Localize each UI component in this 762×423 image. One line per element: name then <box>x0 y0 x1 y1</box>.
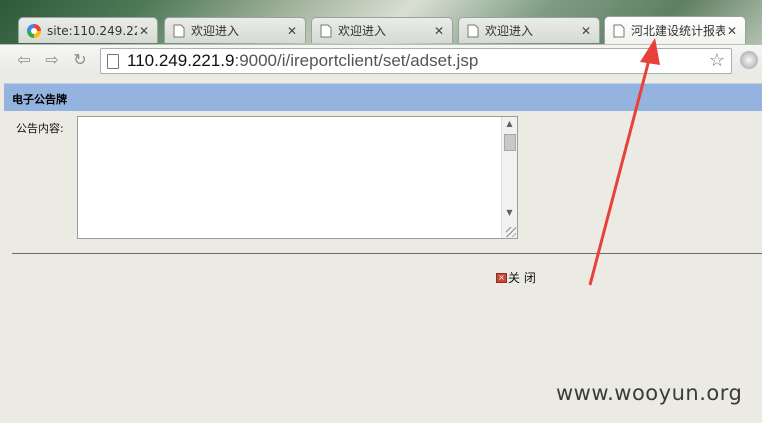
tab-3[interactable]: 欢迎进入 ✕ <box>311 17 453 43</box>
reload-icon[interactable]: ↻ <box>70 50 90 70</box>
page-title: 电子公告牌 <box>4 83 762 111</box>
tab-title: 欢迎进入 <box>191 24 240 38</box>
page-content: 电子公告牌 公告内容: ▲ ▼ × 关 闭 www.wooyun.org <box>0 77 762 423</box>
tab-title: 欢迎进入 <box>485 24 534 38</box>
browser-chrome: site:110.249.221 ✕ 欢迎进入 ✕ 欢迎进入 ✕ 欢迎进入 ✕ … <box>0 0 762 76</box>
tab-title: site:110.249.221 <box>47 23 137 38</box>
scroll-up-icon[interactable]: ▲ <box>502 117 517 131</box>
tab-close-icon[interactable]: ✕ <box>285 24 299 38</box>
scroll-down-icon[interactable]: ▼ <box>502 206 517 220</box>
google-icon <box>27 23 41 38</box>
address-bar[interactable]: 110.249.221.9:9000/i/ireportclient/set/a… <box>100 48 732 74</box>
url-path: :9000/i/ireportclient/set/adset.jsp <box>234 51 479 70</box>
watermark: www.wooyun.org <box>556 381 743 405</box>
announcement-content-field[interactable]: ▲ ▼ <box>77 116 518 239</box>
tab-close-icon[interactable]: ✕ <box>432 24 446 38</box>
page-icon <box>467 24 479 37</box>
browser-toolbar: ⇦ ⇨ ↻ 110.249.221.9:9000/i/ireportclient… <box>0 44 762 76</box>
scroll-thumb[interactable] <box>504 134 516 151</box>
tab-title: 欢迎进入 <box>338 24 387 38</box>
tab-4[interactable]: 欢迎进入 ✕ <box>458 17 600 43</box>
tab-close-icon[interactable]: ✕ <box>137 24 151 38</box>
tab-1[interactable]: site:110.249.221 ✕ <box>18 17 158 43</box>
page-icon <box>107 53 119 69</box>
url-host: 110.249.221.9 <box>127 51 235 70</box>
content-label: 公告内容: <box>16 122 64 135</box>
forward-icon[interactable]: ⇨ <box>42 50 62 70</box>
tab-5-active[interactable]: 河北建设统计报表 ✕ <box>604 16 746 44</box>
close-button[interactable]: × 关 闭 <box>496 269 536 286</box>
textarea-scrollbar[interactable]: ▲ ▼ <box>501 117 517 238</box>
bookmark-star-icon[interactable]: ☆ <box>709 50 725 71</box>
close-label: 关 闭 <box>508 271 536 285</box>
tab-close-icon[interactable]: ✕ <box>579 24 593 38</box>
tab-close-icon[interactable]: ✕ <box>725 24 739 38</box>
divider <box>12 253 762 254</box>
announcement-textarea[interactable] <box>78 117 517 238</box>
extension-icon[interactable] <box>740 51 758 69</box>
page-icon <box>613 24 625 37</box>
page-icon <box>320 24 332 37</box>
tab-2[interactable]: 欢迎进入 ✕ <box>164 17 306 43</box>
tab-title: 河北建设统计报表 <box>631 24 725 38</box>
back-icon[interactable]: ⇦ <box>14 50 34 70</box>
resize-grip-icon[interactable] <box>506 227 516 237</box>
page-icon <box>173 24 185 37</box>
close-icon: × <box>496 272 507 283</box>
